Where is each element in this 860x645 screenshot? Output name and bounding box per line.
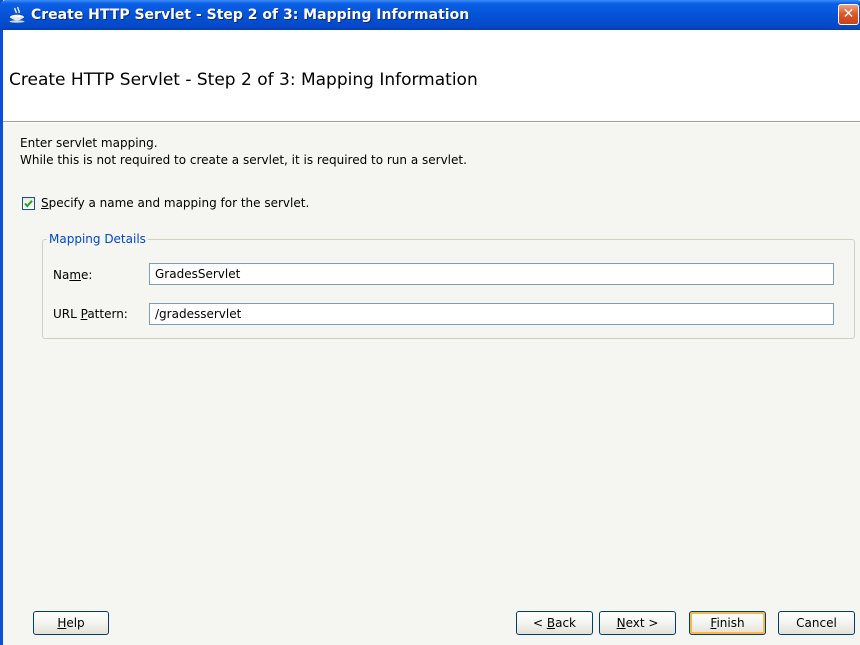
dialog-window: Create HTTP Servlet - Step 2 of 3: Mappi… [0,0,860,645]
specify-mapping-checkbox[interactable] [22,196,35,210]
intro-text: Enter servlet mapping. [20,136,158,150]
url-pattern-field[interactable]: /gradesservlet [149,303,834,325]
close-button[interactable]: ✕ [838,4,859,25]
checkmark-icon [24,199,33,207]
cancel-button[interactable]: Cancel [778,611,855,635]
intro-subtext: While this is not required to create a s… [20,153,467,167]
window-title: Create HTTP Servlet - Step 2 of 3: Mappi… [31,7,470,23]
name-field[interactable]: GradesServlet [149,263,834,285]
close-icon: ✕ [842,6,855,22]
finish-button[interactable]: Finish [689,611,766,635]
specify-mapping-label[interactable]: Specify a name and mapping for the servl… [41,196,309,210]
title-bar[interactable]: Create HTTP Servlet - Step 2 of 3: Mappi… [0,0,860,30]
coffee-cup-icon [9,6,25,23]
mapping-details-legend: Mapping Details [47,232,148,246]
back-button[interactable]: < Back [516,611,593,635]
url-pattern-label: URL Pattern: [53,307,128,321]
help-button[interactable]: Help [33,611,109,635]
specify-mapping-option[interactable]: Specify a name and mapping for the servl… [22,195,309,211]
name-label: Name: [53,268,93,282]
wizard-body: Enter servlet mapping. While this is not… [3,123,860,593]
wizard-header: Create HTTP Servlet - Step 2 of 3: Mappi… [3,30,860,121]
next-button[interactable]: Next > [599,611,676,635]
page-title: Create HTTP Servlet - Step 2 of 3: Mappi… [9,70,478,90]
